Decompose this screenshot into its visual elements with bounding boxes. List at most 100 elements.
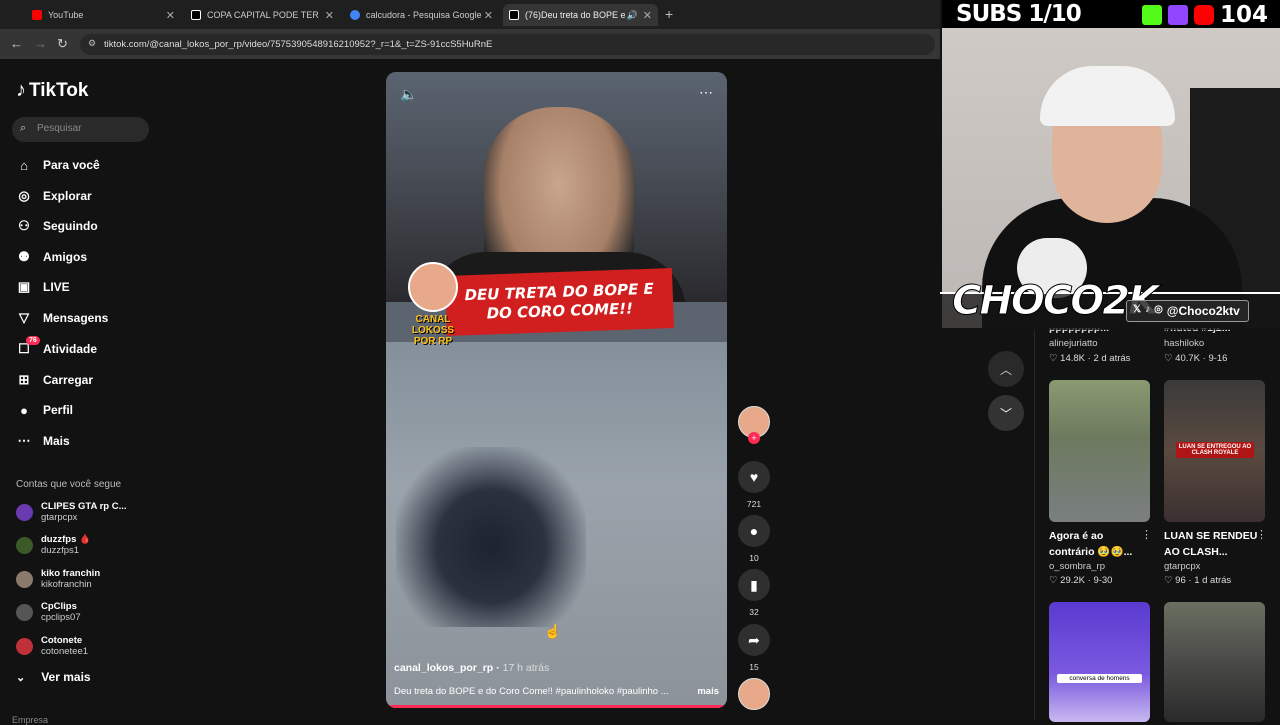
ver-mais-button[interactable]: ⌄ Ver mais xyxy=(16,670,91,684)
nav-amigos[interactable]: ⚉ Amigos xyxy=(16,246,87,268)
following-account[interactable]: duzzfps 🩸 duzzfps1 xyxy=(16,532,91,558)
card-user[interactable]: gtarpcpx xyxy=(1164,561,1200,572)
chevron-down-icon: ﹀ xyxy=(999,406,1012,421)
avatar xyxy=(16,570,33,588)
close-icon[interactable]: ✕ xyxy=(643,9,652,22)
social-icons: 104 xyxy=(1141,2,1268,28)
profile-icon: ● xyxy=(20,402,28,418)
nav-label: Carregar xyxy=(43,373,94,387)
following-account[interactable]: kiko franchin kikofranchin xyxy=(16,566,100,592)
tiktok-favicon-icon xyxy=(509,10,519,20)
nav-perfil[interactable]: ● Perfil xyxy=(16,399,73,421)
speaker-icon[interactable]: 🔊 xyxy=(627,10,638,21)
back-arrow-icon[interactable]: ← xyxy=(10,36,23,51)
tiktok-logo[interactable]: ♪ TikTok xyxy=(16,79,88,102)
comment-button[interactable]: ● 10 xyxy=(738,515,770,563)
card-user[interactable]: hashiloko xyxy=(1164,338,1204,349)
video-progress-bar[interactable] xyxy=(386,705,727,708)
search-input[interactable]: ⌕ Pesquisar xyxy=(12,117,149,142)
reload-icon[interactable]: ↻ xyxy=(57,36,68,52)
card-user[interactable]: o_sombra_rp xyxy=(1049,561,1105,572)
video-thumbnail[interactable] xyxy=(1049,380,1150,522)
account-name: CpClips xyxy=(41,601,77,612)
save-button[interactable]: ▮ 32 xyxy=(738,569,770,617)
nav-para-voce[interactable]: ⌂ Para você xyxy=(16,154,100,176)
post-date: 9-30 xyxy=(1093,575,1113,586)
more-icon: ⋯ xyxy=(17,433,31,448)
tab-title: calcudora - Pesquisa Google xyxy=(366,10,482,20)
video-thumbnail[interactable]: conversa de homens xyxy=(1049,602,1150,722)
heart-icon: ♥ xyxy=(738,461,770,493)
nav-mensagens[interactable]: ▽ Mensagens xyxy=(16,307,108,329)
ver-mais-label: Ver mais xyxy=(41,670,91,684)
friends-icon: ⚉ xyxy=(18,249,30,264)
more-options-icon[interactable]: ⋮ xyxy=(1141,528,1152,541)
more-options-icon[interactable]: ⋯ xyxy=(699,84,713,101)
account-handle: gtarpcpx xyxy=(41,512,78,523)
nav-label: Perfil xyxy=(43,403,74,417)
account-handle: cpclips07 xyxy=(41,612,81,623)
video-thumbnail[interactable] xyxy=(1164,602,1265,722)
nav-atividade[interactable]: ☐ 76 Atividade xyxy=(16,336,97,360)
next-video-button[interactable]: ﹀ xyxy=(988,395,1024,431)
video-game-scene xyxy=(386,302,727,708)
view-count: 14.8K xyxy=(1060,353,1085,364)
site-info-icon[interactable]: ⚙ xyxy=(88,38,96,49)
avatar xyxy=(16,503,33,521)
close-icon[interactable]: ✕ xyxy=(166,9,175,22)
notification-badge: 76 xyxy=(26,336,40,345)
tab-copa-capital[interactable]: COPA CAPITAL PODE TER O MAI ✕ xyxy=(185,4,340,26)
x-twitter-icon: 𝕏 xyxy=(1133,304,1142,315)
close-icon[interactable]: ✕ xyxy=(325,9,334,22)
card-title[interactable]: Agora é ao contrário 🥹🥹... xyxy=(1049,528,1144,560)
tab-google-search[interactable]: calcudora - Pesquisa Google ✕ xyxy=(344,4,499,26)
card-title[interactable]: LUAN SE RENDEU AO CLASH... xyxy=(1164,528,1259,560)
volume-icon[interactable]: 🔈 xyxy=(400,86,417,103)
follow-plus-icon[interactable]: + xyxy=(748,432,760,444)
card-stats: ♡ 40.7K · 9-16 xyxy=(1164,353,1228,364)
video-author[interactable]: canal_lokos_por_rp · 17 h atrás xyxy=(394,662,549,674)
nav-mais[interactable]: ⋯ Mais xyxy=(16,430,70,452)
google-favicon-icon xyxy=(350,10,360,20)
stream-overlay-topbar: SUBS 1/10 104 xyxy=(942,0,1280,28)
forward-arrow-icon[interactable]: → xyxy=(34,36,47,51)
view-count: 96 xyxy=(1175,575,1186,586)
streamer-cap xyxy=(1040,66,1175,126)
url-text: tiktok.com/@canal_lokos_por_rp/video/757… xyxy=(104,39,493,50)
previous-video-button[interactable]: ︿ xyxy=(988,351,1024,387)
nav-carregar[interactable]: ⊞ Carregar xyxy=(16,369,93,391)
youtube-icon xyxy=(1193,5,1214,25)
card-user[interactable]: alinejuriatto xyxy=(1049,338,1098,349)
tab-title: YouTube xyxy=(48,10,84,20)
following-account[interactable]: CLIPES GTA rp C... gtarpcpx xyxy=(16,499,127,525)
author-name[interactable]: canal_lokos_por_rp xyxy=(394,662,493,674)
sound-avatar-button[interactable] xyxy=(738,678,770,710)
more-options-icon[interactable]: ⋮ xyxy=(1256,528,1267,541)
following-account[interactable]: Cotonete cotoneteе1 xyxy=(16,633,88,659)
nav-label: Mais xyxy=(43,434,70,448)
share-icon: ➦ xyxy=(738,624,770,656)
nav-label: Mensagens xyxy=(43,311,109,325)
nav-explorar[interactable]: ◎ Explorar xyxy=(16,185,91,207)
chevron-down-icon: ⌄ xyxy=(16,671,26,684)
like-button[interactable]: ♥ 721 xyxy=(738,461,770,509)
handle-text: @Choco2ktv xyxy=(1166,304,1240,318)
post-date: 2 d atrás xyxy=(1093,353,1131,364)
nav-live[interactable]: ▣ LIVE xyxy=(16,276,70,298)
tab-title: COPA CAPITAL PODE TER O MAI xyxy=(207,10,319,20)
upload-icon: ⊞ xyxy=(18,372,30,387)
following-account[interactable]: CpClips cpclips07 xyxy=(16,599,81,625)
share-button[interactable]: ➦ 15 xyxy=(738,624,770,672)
new-tab-button[interactable]: + xyxy=(665,6,673,22)
more-link[interactable]: mais xyxy=(697,686,719,697)
nav-seguindo[interactable]: ⚇ Seguindo xyxy=(16,215,98,237)
close-icon[interactable]: ✕ xyxy=(484,9,493,22)
video-player[interactable]: DEU TRETA DO BOPE E DO CORO COME!! CANAL… xyxy=(386,72,727,708)
creator-avatar-button[interactable]: + xyxy=(738,406,770,444)
video-thumbnail[interactable]: LUAN SE ENTREGOU AO CLASH ROYALE xyxy=(1164,380,1265,522)
search-placeholder: Pesquisar xyxy=(37,123,82,134)
address-bar[interactable]: ⚙ tiktok.com/@canal_lokos_por_rp/video/7… xyxy=(80,34,935,55)
chevron-up-icon: ︿ xyxy=(999,362,1012,377)
tab-tiktok-video[interactable]: (76)Deu treta do BOPE e do 🔊 ✕ xyxy=(503,4,658,26)
tab-youtube[interactable]: YouTube ✕ xyxy=(26,4,181,26)
